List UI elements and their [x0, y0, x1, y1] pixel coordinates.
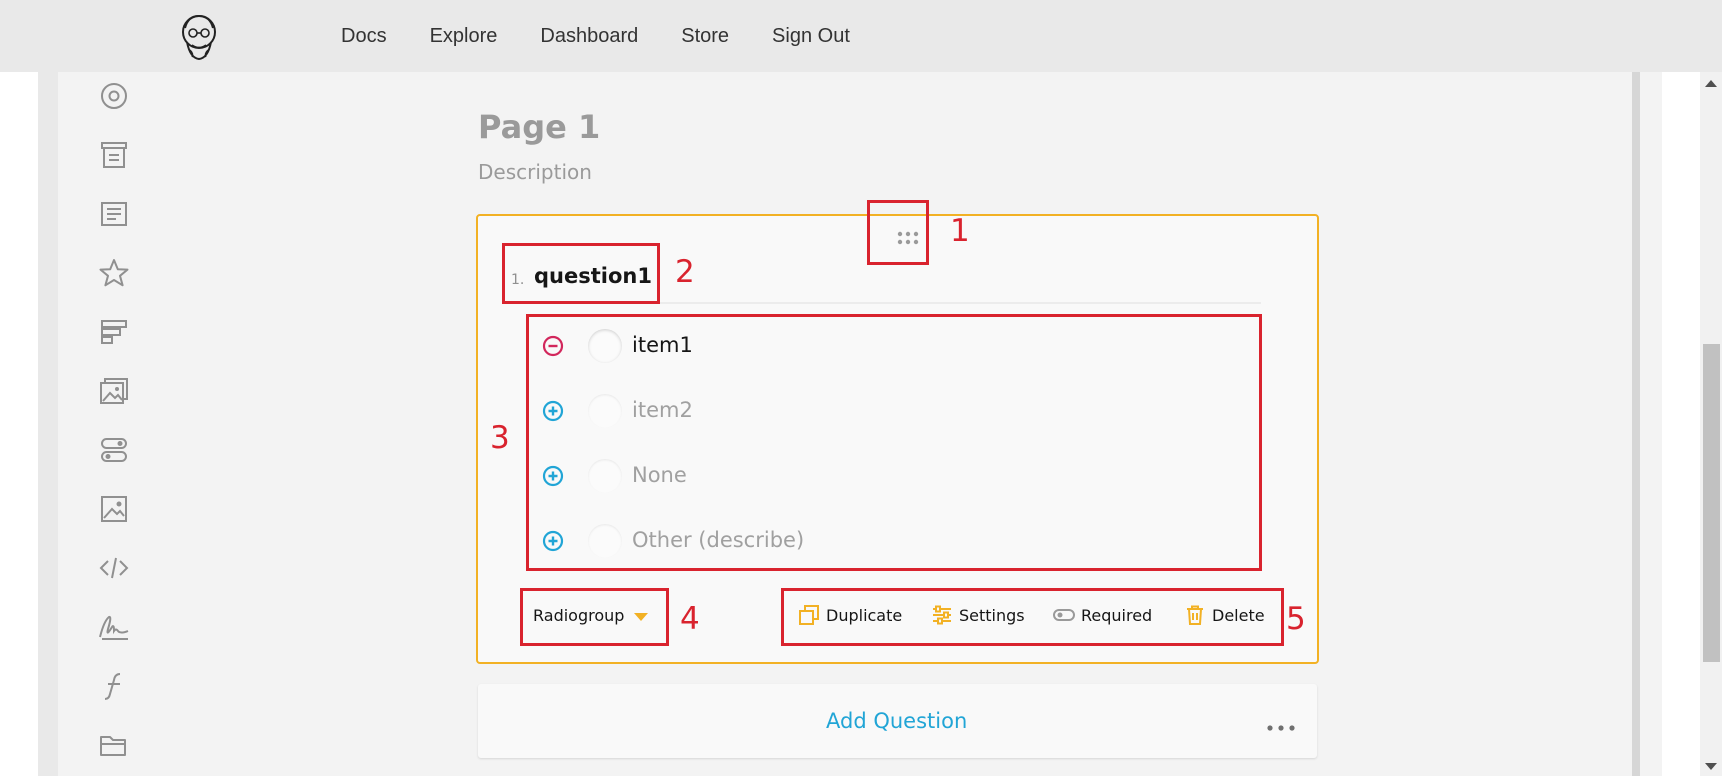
- annotation-box-3: [526, 314, 1262, 571]
- annotation-number-3: 3: [490, 420, 510, 456]
- left-gutter: [0, 72, 38, 776]
- annotation-box-2: [502, 243, 660, 304]
- image-picker-icon[interactable]: [94, 371, 134, 411]
- file-icon[interactable]: [94, 725, 134, 765]
- image-icon[interactable]: [94, 489, 134, 529]
- annotation-box-5: [781, 588, 1284, 646]
- expression-icon[interactable]: [94, 666, 134, 706]
- scroll-up-arrow-icon[interactable]: [1705, 80, 1717, 87]
- logo-icon[interactable]: [178, 12, 220, 62]
- star-icon[interactable]: [94, 253, 134, 293]
- nav-dashboard[interactable]: Dashboard: [540, 25, 638, 48]
- annotation-box-1: [867, 200, 929, 265]
- scroll-down-arrow-icon[interactable]: [1705, 763, 1717, 770]
- annotation-number-2: 2: [675, 254, 695, 290]
- annotation-number-4: 4: [680, 601, 700, 637]
- toolbox: [58, 72, 218, 776]
- right-panel: [1640, 72, 1662, 776]
- scrollbar-thumb[interactable]: [1703, 344, 1720, 662]
- main-nav: Docs Explore Dashboard Store Sign Out: [341, 0, 893, 72]
- rating-list-icon[interactable]: [94, 135, 134, 175]
- top-navbar: Docs Explore Dashboard Store Sign Out: [0, 0, 1722, 72]
- more-options-icon[interactable]: [1266, 719, 1296, 731]
- nav-store[interactable]: Store: [681, 25, 729, 48]
- creator-left-edge: [38, 72, 58, 776]
- ranking-icon[interactable]: [94, 312, 134, 352]
- nav-explore[interactable]: Explore: [430, 25, 498, 48]
- page-description[interactable]: Description: [478, 160, 592, 184]
- add-question-button[interactable]: Add Question: [826, 709, 967, 733]
- html-icon[interactable]: [94, 548, 134, 588]
- radiogroup-icon[interactable]: [94, 76, 134, 116]
- boolean-icon[interactable]: [94, 430, 134, 470]
- page-title[interactable]: Page 1: [478, 108, 600, 146]
- right-panel-divider[interactable]: [1632, 72, 1640, 776]
- right-gutter: [1662, 72, 1700, 776]
- annotation-number-1: 1: [950, 213, 970, 249]
- annotation-box-4: [520, 588, 669, 646]
- comment-icon[interactable]: [94, 194, 134, 234]
- annotation-number-5: 5: [1286, 601, 1306, 637]
- nav-sign-out[interactable]: Sign Out: [772, 25, 850, 48]
- nav-docs[interactable]: Docs: [341, 25, 387, 48]
- signature-icon[interactable]: [94, 607, 134, 647]
